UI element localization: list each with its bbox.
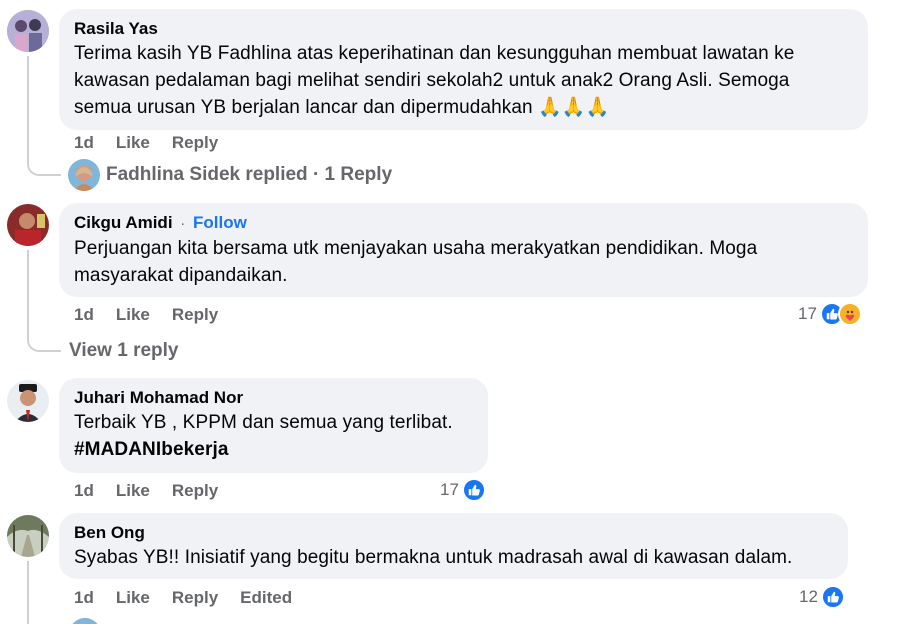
comment-timestamp[interactable]: 1d xyxy=(74,133,94,153)
avatar-image xyxy=(7,10,49,52)
replies-summary[interactable]: View 1 reply xyxy=(69,340,179,362)
comment-author[interactable]: Rasila Yas xyxy=(74,18,853,40)
reply-button[interactable]: Reply xyxy=(172,588,218,608)
avatar-image xyxy=(7,380,49,422)
reaction-summary[interactable]: 17 xyxy=(440,478,486,502)
comment-timestamp[interactable]: 1d xyxy=(74,588,94,608)
avatar[interactable] xyxy=(69,618,101,624)
reaction-summary[interactable]: 12 xyxy=(799,585,845,609)
like-button[interactable]: Like xyxy=(116,133,150,153)
comment-text-line: Terbaik YB , KPPM dan semua yang terliba… xyxy=(74,412,453,433)
avatar[interactable] xyxy=(7,204,49,246)
reaction-summary[interactable]: 17 xyxy=(798,302,862,326)
comment-text-line: Syabas YB!! Inisiatif yang begitu bermak… xyxy=(74,547,793,568)
avatar[interactable] xyxy=(7,515,49,557)
view-replies-link[interactable]: View 1 reply xyxy=(69,340,179,362)
follow-button[interactable]: Follow xyxy=(193,213,247,232)
comment-author[interactable]: Ben Ong xyxy=(74,522,833,544)
avatar-image xyxy=(68,159,100,191)
comment-timestamp[interactable]: 1d xyxy=(74,481,94,501)
comment-bubble: Rasila Yas Terima kasih YB Fadhlina atas… xyxy=(59,9,868,130)
view-replies-link[interactable]: Fadhlina Sidek replied · 1 Reply xyxy=(68,159,392,191)
like-icon xyxy=(461,478,486,502)
like-button[interactable]: Like xyxy=(116,588,150,608)
care-icon xyxy=(837,302,862,326)
separator: · xyxy=(180,215,186,232)
comment-author[interactable]: Cikgu Amidi xyxy=(74,213,173,232)
avatar[interactable] xyxy=(7,10,49,52)
reaction-count: 12 xyxy=(799,587,818,606)
like-button[interactable]: Like xyxy=(116,305,150,325)
comment-actions: 1d Like Reply xyxy=(74,133,240,153)
comment-bubble: Cikgu Amidi · Follow Perjuangan kita ber… xyxy=(59,203,868,297)
avatar-image xyxy=(7,204,49,246)
reply-button[interactable]: Reply xyxy=(172,481,218,501)
reply-button[interactable]: Reply xyxy=(172,305,218,325)
comment-author[interactable]: Juhari Mohamad Nor xyxy=(74,387,473,409)
avatar xyxy=(68,159,100,191)
hashtag-link[interactable]: #MADANIbekerja xyxy=(74,436,473,463)
comment-actions: 1d Like Reply Edited xyxy=(74,588,314,608)
edited-label[interactable]: Edited xyxy=(240,588,292,608)
comment-actions: 1d Like Reply xyxy=(74,481,240,501)
comment-text-line: semua urusan YB berjalan lancar dan dipe… xyxy=(74,97,610,118)
comment-text-line: Terima kasih YB Fadhlina atas keperihati… xyxy=(74,43,795,64)
avatar-image xyxy=(7,515,49,557)
comment-text-line: masyarakat dipandaikan. xyxy=(74,265,288,286)
comment-text-line: kawasan pedalaman bagi melihat sendiri s… xyxy=(74,70,790,91)
avatar[interactable] xyxy=(7,380,49,422)
comment-actions: 1d Like Reply xyxy=(74,305,240,325)
thread-line xyxy=(27,561,29,624)
thread-branch xyxy=(27,140,61,176)
like-icon xyxy=(820,585,845,609)
reply-button[interactable]: Reply xyxy=(172,133,218,153)
comment-text-line: Perjuangan kita bersama utk menjayakan u… xyxy=(74,238,758,259)
like-button[interactable]: Like xyxy=(116,481,150,501)
reaction-count: 17 xyxy=(440,480,459,499)
replies-summary[interactable]: Fadhlina Sidek replied · 1 Reply xyxy=(106,164,392,186)
comment-timestamp[interactable]: 1d xyxy=(74,305,94,325)
comment-bubble: Juhari Mohamad Nor Terbaik YB , KPPM dan… xyxy=(59,378,488,473)
comment-bubble: Ben Ong Syabas YB!! Inisiatif yang begit… xyxy=(59,513,848,579)
reaction-count: 17 xyxy=(798,304,817,323)
comment-author-row: Cikgu Amidi · Follow xyxy=(74,212,853,235)
thread-branch xyxy=(27,316,61,352)
